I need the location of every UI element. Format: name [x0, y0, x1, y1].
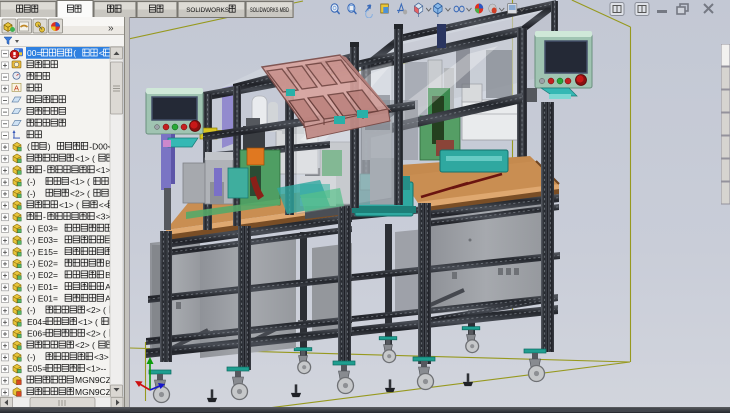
svg-text:<1> (: <1> ( — [75, 153, 95, 163]
svg-text:(-) E02=: (-) E02= — [27, 270, 58, 280]
svg-text:<1> (: <1> ( — [70, 177, 90, 187]
svg-text:<2> (: <2> ( — [75, 340, 95, 350]
svg-text:(-) E03=: (-) E03= — [27, 235, 58, 245]
svg-text:(-): (-) — [27, 177, 36, 187]
svg-text:00=: 00= — [27, 48, 41, 58]
svg-text:(-): (-) — [27, 305, 36, 315]
svg-text:<1> (: <1> ( — [59, 200, 79, 210]
svg-text:-: - — [43, 165, 46, 175]
svg-text:(-) E01=: (-) E01= — [27, 282, 58, 292]
svg-text:<2> (: <2> ( — [70, 188, 90, 198]
svg-text:<1> (: <1> ( — [78, 317, 98, 327]
svg-text:-: - — [43, 212, 46, 222]
svg-text:(-): (-) — [27, 188, 36, 198]
svg-text:<3>: <3> — [96, 212, 111, 222]
svg-text:SOLIDWORKS: SOLIDWORKS — [186, 7, 229, 14]
svg-text:<2> (: <2> ( — [86, 329, 106, 339]
svg-text:A: A — [14, 83, 19, 92]
svg-text:E04=: E04= — [27, 317, 47, 327]
svg-text:»: » — [108, 23, 114, 34]
svg-text:(-) E15=: (-) E15= — [27, 247, 58, 257]
svg-text:(: ( — [27, 142, 30, 152]
svg-text:E05=: E05= — [27, 364, 47, 374]
svg-text:<: < — [99, 48, 104, 58]
svg-text:(-): (-) — [27, 352, 36, 362]
svg-text:(-) E02=: (-) E02= — [27, 258, 58, 268]
svg-text:(-) E03=: (-) E03= — [27, 223, 58, 233]
svg-text:<2> (: <2> ( — [86, 305, 106, 315]
svg-text:<1>: <1> — [96, 165, 111, 175]
svg-text:<1>--: <1>-- — [86, 364, 106, 374]
svg-text:<<: << — [99, 200, 109, 210]
svg-text:(: ( — [73, 48, 76, 58]
svg-text:SOLIDWORKS MBD: SOLIDWORKS MBD — [250, 7, 289, 14]
svg-text:): ) — [48, 142, 51, 152]
svg-text:(-) E01=: (-) E01= — [27, 294, 58, 304]
svg-text:E06=: E06= — [27, 329, 47, 339]
